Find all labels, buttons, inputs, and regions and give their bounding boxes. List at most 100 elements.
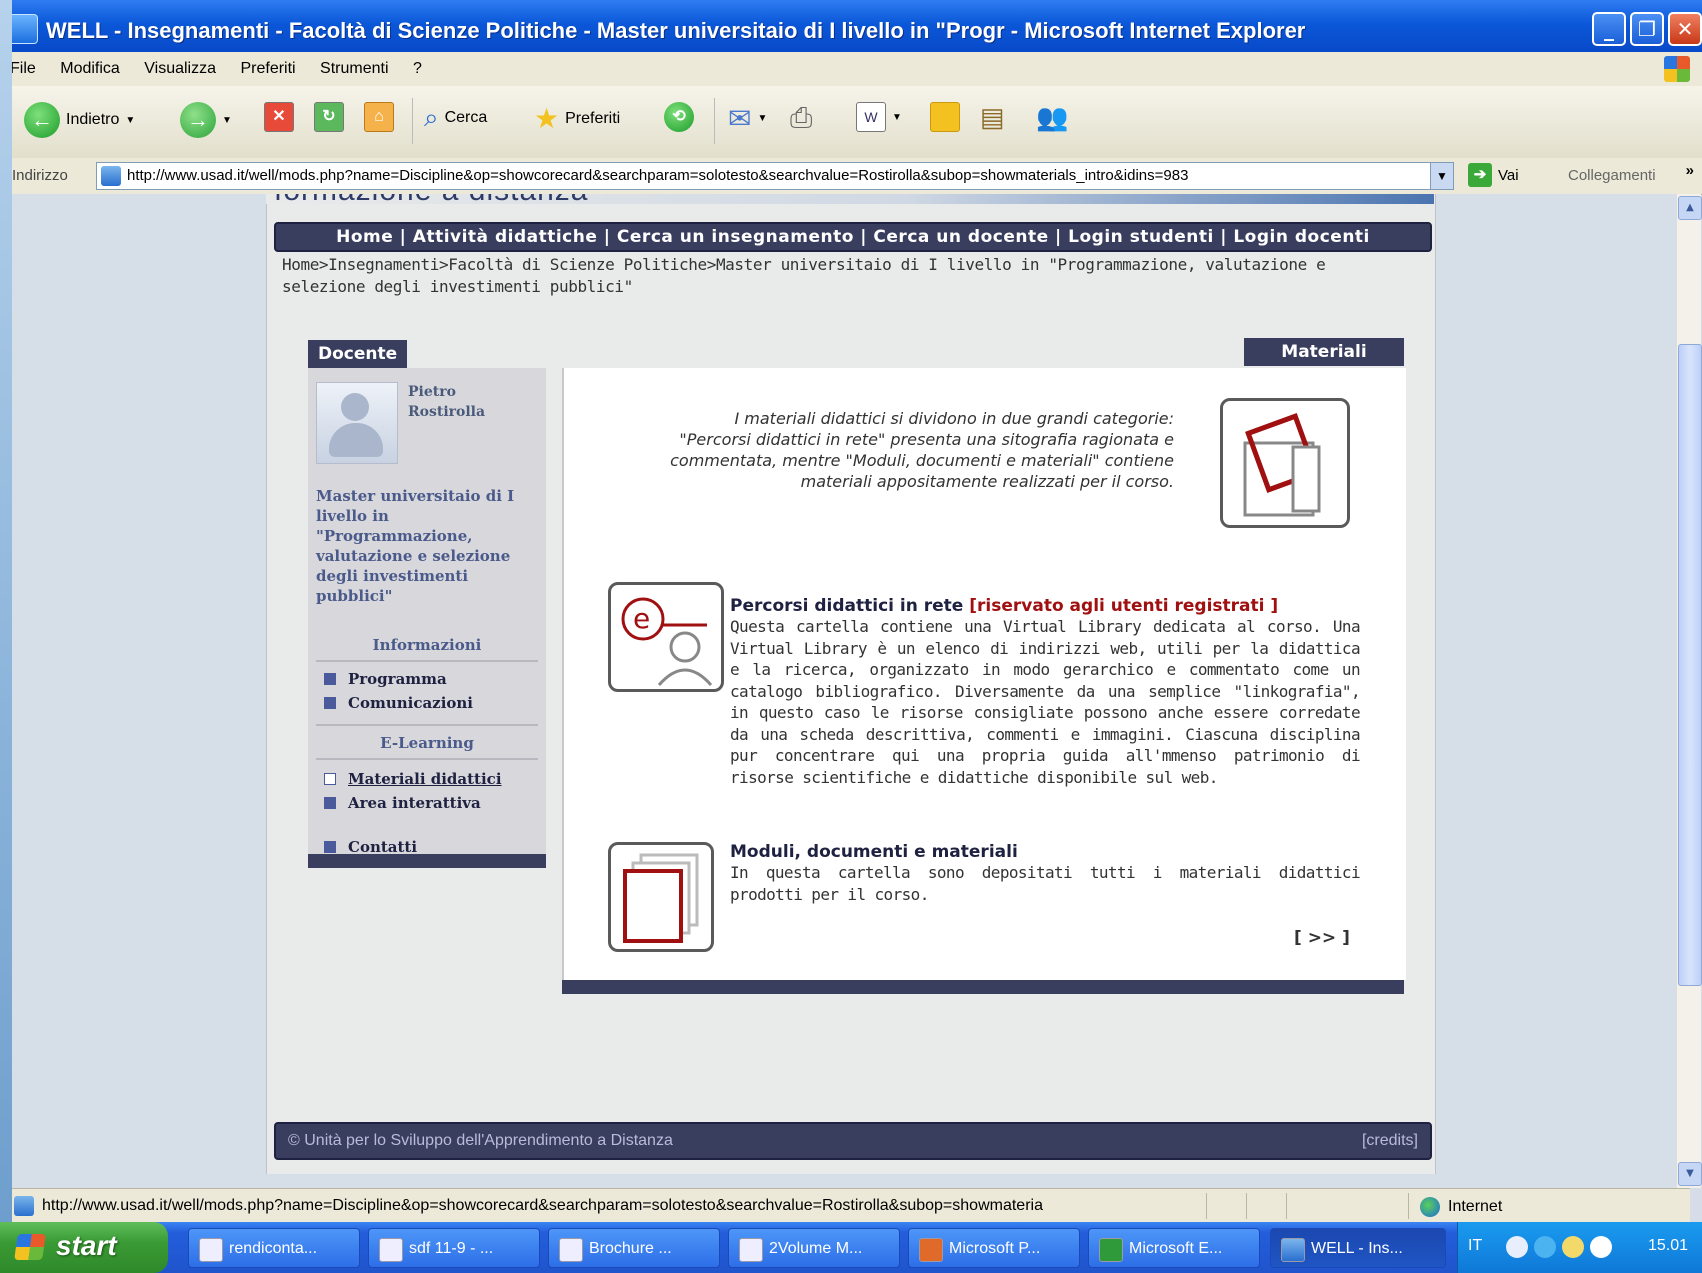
taskbar-item-active[interactable]: WELL - Ins... bbox=[1270, 1228, 1446, 1268]
task-label: rendiconta... bbox=[229, 1240, 318, 1257]
nav-comunicazioni[interactable]: Comunicazioni bbox=[324, 694, 473, 712]
task-label: WELL - Ins... bbox=[1311, 1240, 1403, 1257]
menu-modifica[interactable]: Modifica bbox=[50, 52, 130, 86]
refresh-button[interactable]: ↻ bbox=[314, 102, 344, 132]
vertical-scrollbar[interactable]: ▲ ▼ bbox=[1676, 194, 1702, 1188]
word-icon bbox=[739, 1238, 763, 1262]
print-button[interactable]: ⎙ bbox=[790, 102, 812, 135]
address-bar: Indirizzo http://www.usad.it/well/mods.p… bbox=[0, 158, 1702, 195]
tray-app-icon[interactable] bbox=[1590, 1236, 1612, 1258]
windows-logo-icon bbox=[1664, 56, 1690, 82]
menu-preferiti[interactable]: Preferiti bbox=[230, 52, 305, 86]
nav-label: Area interattiva bbox=[348, 794, 481, 812]
zone-label: Internet bbox=[1448, 1198, 1503, 1215]
page-icon bbox=[101, 166, 121, 186]
teacher-last-name: Rostirolla bbox=[408, 404, 486, 420]
links-chevron-icon[interactable]: » bbox=[1686, 162, 1694, 179]
scroll-thumb[interactable] bbox=[1678, 344, 1702, 986]
home-icon: ⌂ bbox=[364, 102, 394, 132]
network-icon[interactable] bbox=[1534, 1236, 1556, 1258]
star-icon: ★ bbox=[534, 103, 560, 134]
chevron-down-icon[interactable]: ▼ bbox=[125, 115, 135, 126]
chevron-down-icon[interactable]: ▼ bbox=[757, 113, 767, 124]
divider bbox=[1206, 1193, 1207, 1219]
links-toolbar[interactable]: Collegamenti bbox=[1568, 167, 1656, 184]
section-informazioni: Informazioni bbox=[372, 636, 482, 654]
minimize-icon: _ bbox=[1604, 17, 1614, 41]
go-button[interactable]: ➔ Vai bbox=[1468, 163, 1519, 187]
search-button[interactable]: ⌕ Cerca bbox=[424, 102, 487, 134]
nav-label: Programma bbox=[348, 670, 447, 688]
refresh-icon: ↻ bbox=[314, 102, 344, 132]
stop-icon: ✕ bbox=[264, 102, 294, 132]
mail-button[interactable]: ✉ ▼ bbox=[728, 102, 767, 135]
taskbar-item[interactable]: Microsoft E... bbox=[1088, 1228, 1260, 1268]
taskbar-item[interactable]: 2Volume M... bbox=[728, 1228, 900, 1268]
percorsi-title[interactable]: Percorsi didattici in rete [riservato ag… bbox=[730, 596, 1360, 616]
section-elearning: E-Learning bbox=[380, 734, 474, 752]
restricted-note: [riservato agli utenti registrati ] bbox=[969, 596, 1279, 616]
back-button[interactable]: ← Indietro ▼ bbox=[24, 102, 135, 138]
menu-help[interactable]: ? bbox=[403, 52, 432, 86]
materiali-tab: Materiali bbox=[1244, 338, 1404, 366]
docente-panel-footer bbox=[308, 854, 546, 868]
maximize-button[interactable]: ❐ bbox=[1630, 12, 1664, 46]
nav-materiali-didattici[interactable]: Materiali didattici bbox=[324, 770, 502, 788]
history-button[interactable]: ⟲ bbox=[664, 102, 694, 132]
taskbar-item[interactable]: Microsoft P... bbox=[908, 1228, 1080, 1268]
address-url[interactable]: http://www.usad.it/well/mods.php?name=Di… bbox=[127, 167, 1188, 184]
edit-button[interactable]: W ▼ bbox=[856, 102, 902, 132]
chevron-down-icon[interactable]: ▼ bbox=[1430, 163, 1453, 189]
credits-link[interactable]: [credits] bbox=[1362, 1124, 1418, 1158]
top-navigation[interactable]: Home | Attività didattiche | Cerca un in… bbox=[274, 222, 1432, 252]
stop-button[interactable]: ✕ bbox=[264, 102, 294, 132]
breadcrumb: Home>Insegnamenti>Facoltà di Scienze Pol… bbox=[282, 255, 1326, 296]
chevron-down-icon[interactable]: ▼ bbox=[222, 115, 232, 126]
taskbar-item[interactable]: sdf 11-9 - ... bbox=[368, 1228, 540, 1268]
messenger-button[interactable]: 👥 bbox=[1036, 102, 1068, 133]
scroll-down-icon[interactable]: ▼ bbox=[1678, 1162, 1702, 1186]
moduli-title[interactable]: Moduli, documenti e materiali bbox=[730, 842, 1360, 862]
tray-star-icon[interactable] bbox=[1562, 1236, 1584, 1258]
excel-icon bbox=[1099, 1238, 1123, 1262]
research-button[interactable]: ▤ bbox=[980, 102, 1005, 133]
close-button[interactable]: ✕ bbox=[1668, 12, 1702, 46]
scroll-up-icon[interactable]: ▲ bbox=[1678, 196, 1702, 220]
address-label: Indirizzo bbox=[12, 167, 68, 184]
section-percorsi: Percorsi didattici in rete [riservato ag… bbox=[730, 596, 1361, 788]
address-input[interactable]: http://www.usad.it/well/mods.php?name=Di… bbox=[96, 162, 1454, 190]
status-bar: http://www.usad.it/well/mods.php?name=Di… bbox=[12, 1188, 1690, 1223]
menu-visualizza[interactable]: Visualizza bbox=[134, 52, 226, 86]
start-label: start bbox=[56, 1230, 117, 1261]
toolbar-separator bbox=[412, 98, 413, 144]
start-button[interactable]: start bbox=[0, 1222, 168, 1273]
taskbar-item[interactable]: Brochure ... bbox=[548, 1228, 720, 1268]
minimize-button[interactable]: _ bbox=[1592, 12, 1626, 46]
more-link[interactable]: [ >> ] bbox=[1294, 928, 1350, 948]
discuss-button[interactable] bbox=[930, 102, 960, 132]
tray-arrow-icon[interactable] bbox=[1506, 1236, 1528, 1258]
menu-strumenti[interactable]: Strumenti bbox=[310, 52, 398, 86]
nav-programma[interactable]: Programma bbox=[324, 670, 447, 688]
task-label: Microsoft E... bbox=[1129, 1240, 1223, 1257]
chevron-down-icon[interactable]: ▼ bbox=[892, 112, 902, 123]
task-label: Brochure ... bbox=[589, 1240, 672, 1257]
docente-tab: Docente bbox=[308, 340, 408, 368]
search-icon: ⌕ bbox=[424, 102, 439, 132]
history-icon: ⟲ bbox=[664, 102, 694, 132]
clock: 15.01 bbox=[1647, 1237, 1688, 1254]
word-icon bbox=[379, 1238, 403, 1262]
teacher-name: Pietro Rostirolla bbox=[408, 382, 485, 422]
nav-area-interattiva[interactable]: Area interattiva bbox=[324, 794, 481, 812]
note-icon bbox=[930, 102, 960, 132]
language-indicator[interactable]: IT bbox=[1468, 1237, 1482, 1255]
home-button[interactable]: ⌂ bbox=[364, 102, 394, 132]
divider bbox=[316, 758, 538, 760]
favorites-button[interactable]: ★ Preferiti bbox=[534, 102, 620, 135]
task-label: Microsoft P... bbox=[949, 1240, 1041, 1257]
section-moduli: Moduli, documenti e materiali In questa … bbox=[730, 842, 1361, 905]
forward-button[interactable]: → ▼ bbox=[180, 102, 232, 138]
nav-label: Materiali didattici bbox=[348, 770, 502, 788]
taskbar-item[interactable]: rendiconta... bbox=[188, 1228, 360, 1268]
page-viewport: formazione a distanza Home | Attività di… bbox=[12, 194, 1676, 1188]
